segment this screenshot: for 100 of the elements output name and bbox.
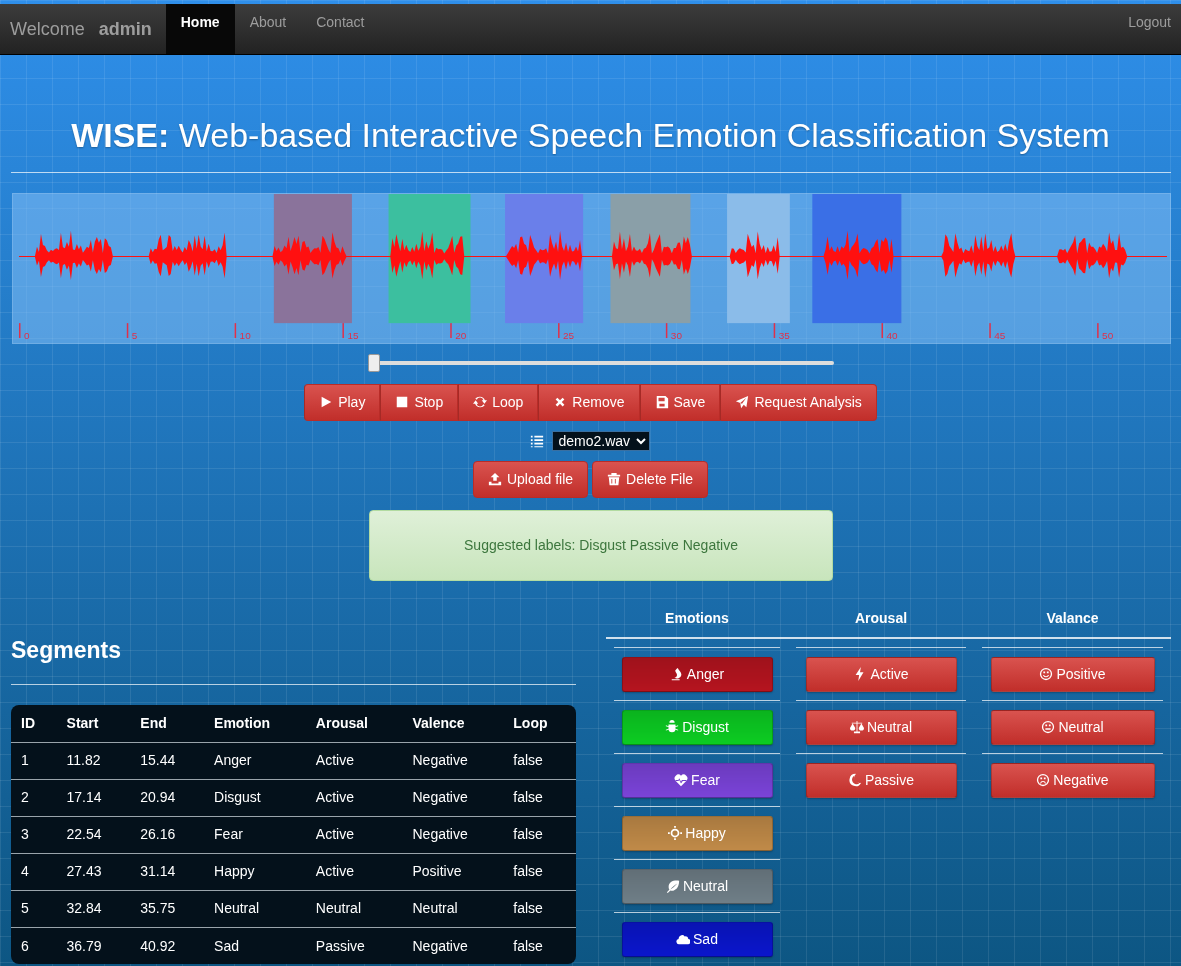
column-heading: Valance — [1045, 608, 1100, 628]
time-tick: 50 — [1097, 322, 1114, 341]
label-button[interactable]: Positive — [990, 656, 1155, 692]
column-header: Arousal — [305, 705, 403, 743]
table-cell: 1 — [11, 742, 57, 780]
time-tick: 10 — [234, 322, 251, 341]
table-cell: Neutral — [305, 890, 403, 928]
nav-link[interactable]: Contact — [301, 4, 380, 54]
table-cell: 3 — [11, 816, 57, 854]
table-cell: 20.94 — [130, 779, 205, 817]
upload-icon — [487, 472, 502, 487]
control-button[interactable]: Play — [304, 383, 381, 421]
table-cell: Active — [305, 742, 403, 780]
column-header: End — [130, 705, 205, 743]
paper-plane-icon — [735, 395, 750, 410]
table-cell: Active — [305, 816, 403, 854]
table-cell: Fear — [204, 816, 306, 854]
label-button[interactable]: Fear — [621, 762, 773, 798]
section-heading: Segments — [11, 636, 122, 665]
column-heading: Emotions — [664, 608, 730, 628]
label-button[interactable]: Neutral — [621, 868, 773, 904]
nav-link[interactable]: About — [234, 4, 302, 54]
logout-link[interactable]: Logout — [1113, 4, 1171, 54]
label-button[interactable]: Happy — [621, 815, 773, 851]
moon-icon — [848, 773, 862, 788]
heart-pulse-icon — [674, 773, 689, 788]
leaf-icon — [665, 879, 680, 894]
neutral-face-icon — [1041, 720, 1056, 735]
label-button[interactable]: Neutral — [990, 709, 1155, 745]
time-tick: 30 — [665, 322, 682, 341]
file-button[interactable]: Delete File — [592, 460, 709, 498]
table-cell: false — [503, 816, 576, 854]
control-button[interactable]: Loop — [458, 383, 539, 421]
cloud-icon — [676, 932, 691, 947]
table-cell: 11.82 — [56, 742, 131, 780]
frown-icon — [1036, 773, 1051, 788]
time-tick: 45 — [989, 322, 1006, 341]
smile-icon — [1039, 667, 1054, 682]
bug-icon — [665, 720, 680, 735]
label-button[interactable]: Disgust — [621, 709, 773, 745]
table-cell: 17.14 — [56, 779, 131, 817]
control-button[interactable]: Remove — [538, 383, 640, 421]
time-tick: 20 — [450, 322, 467, 341]
table-cell: Negative — [402, 779, 504, 817]
username: admin — [98, 17, 152, 41]
file-button[interactable]: Upload file — [472, 460, 589, 498]
suggestion-alert: Suggested labels: Disgust Passive Negative — [369, 509, 833, 581]
time-tick: 0 — [19, 322, 30, 341]
label-button[interactable]: Passive — [805, 762, 957, 798]
table-cell: Negative — [402, 927, 504, 965]
label-button[interactable]: Anger — [621, 656, 773, 692]
table-cell: Disgust — [204, 779, 306, 817]
table-cell: Anger — [204, 742, 306, 780]
column-header: Start — [56, 705, 131, 743]
time-tick: 5 — [126, 322, 138, 341]
table-cell: Sad — [204, 927, 306, 965]
table-cell: false — [503, 890, 576, 928]
slider-thumb[interactable] — [368, 353, 380, 372]
time-tick: 40 — [881, 322, 898, 341]
label-button[interactable]: Negative — [990, 762, 1155, 798]
label-button[interactable]: Sad — [621, 921, 773, 957]
table-cell: 4 — [11, 853, 57, 891]
control-button[interactable]: Save — [639, 383, 721, 421]
table-cell: 26.16 — [130, 816, 205, 854]
table-cell: Negative — [402, 742, 504, 780]
table-cell: 36.79 — [56, 927, 131, 965]
welcome-text: Welcome — [10, 17, 85, 41]
file-select[interactable]: demo2.wav — [551, 430, 650, 451]
label-button[interactable]: Active — [805, 656, 957, 692]
seek-slider[interactable] — [368, 353, 834, 372]
table-cell: Positive — [402, 853, 504, 891]
time-tick: 35 — [773, 322, 790, 341]
table-cell: false — [503, 927, 576, 965]
table-cell: Neutral — [402, 890, 504, 928]
column-header: ID — [11, 705, 57, 743]
trash-icon — [607, 472, 622, 487]
table-cell: false — [503, 742, 576, 780]
table-cell: false — [503, 779, 576, 817]
table-cell: 6 — [11, 927, 57, 965]
flame-icon — [669, 667, 684, 682]
table-cell: Negative — [402, 816, 504, 854]
table-cell: Active — [305, 853, 403, 891]
control-button[interactable]: Stop — [380, 383, 459, 421]
control-button[interactable]: Request Analysis — [720, 383, 877, 421]
table-cell: 2 — [11, 779, 57, 817]
table-cell: 27.43 — [56, 853, 131, 891]
label-button[interactable]: Neutral — [805, 709, 957, 745]
scales-icon — [849, 720, 864, 735]
table-cell: 32.84 — [56, 890, 131, 928]
table-cell: Active — [305, 779, 403, 817]
table-cell: false — [503, 853, 576, 891]
table-cell: Neutral — [204, 890, 306, 928]
table-cell: Passive — [305, 927, 403, 965]
table-cell: 22.54 — [56, 816, 131, 854]
time-tick: 25 — [558, 322, 575, 341]
table-cell: 35.75 — [130, 890, 205, 928]
column-heading: Arousal — [853, 608, 909, 628]
nav-link[interactable]: Home — [165, 4, 235, 54]
stop-icon — [395, 395, 410, 410]
page-title: WISE: Web-based Interactive Speech Emotion Classification System — [70, 115, 1111, 156]
